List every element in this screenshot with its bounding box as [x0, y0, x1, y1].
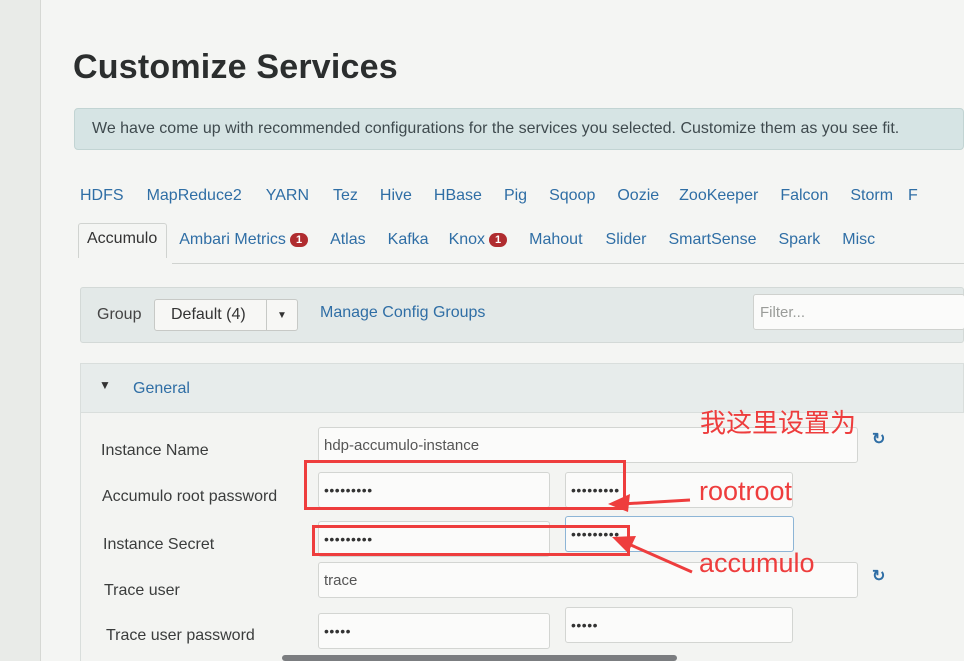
- tab-mahout[interactable]: Mahout: [529, 231, 582, 249]
- tab-atlas[interactable]: Atlas: [330, 231, 366, 249]
- annotation-box-instance-secret: [312, 525, 630, 556]
- horizontal-scrollbar[interactable]: [282, 655, 677, 661]
- tab-zookeeper[interactable]: ZooKeeper: [679, 187, 758, 205]
- tab-label: Ambari Metrics: [179, 231, 286, 248]
- tab-hive[interactable]: Hive: [380, 187, 412, 205]
- annotation-root-value: rootroot: [699, 476, 793, 506]
- tab-hbase[interactable]: HBase: [434, 187, 482, 205]
- config-group-select[interactable]: Default (4) ▼: [154, 299, 298, 331]
- tab-mapreduce2[interactable]: MapReduce2: [147, 187, 242, 205]
- instance-name-label: Instance Name: [101, 442, 209, 459]
- tab-falcon[interactable]: Falcon: [780, 187, 828, 205]
- tabs-divider: [172, 263, 964, 264]
- group-label: Group: [97, 306, 142, 323]
- tab-knox[interactable]: Knox 1: [449, 231, 508, 249]
- service-tabs-row-1: HDFS MapReduce2 YARN Tez Hive HBase Pig …: [80, 181, 940, 211]
- service-tabs-row-2: Accumulo Ambari Metrics 1 Atlas Kafka Kn…: [78, 222, 897, 258]
- alert-count-badge: 1: [289, 233, 309, 247]
- refresh-icon[interactable]: ↻: [872, 566, 885, 586]
- page-title: Customize Services: [73, 48, 398, 86]
- trace-password-label: Trace user password: [106, 627, 255, 644]
- tab-storm[interactable]: Storm: [850, 187, 893, 205]
- trace-password-confirm-input[interactable]: •••••: [565, 607, 793, 643]
- group-selected-value: Default (4): [171, 306, 246, 323]
- collapse-arrow-icon[interactable]: ▼: [99, 378, 111, 392]
- tab-slider[interactable]: Slider: [606, 231, 647, 249]
- tab-pig[interactable]: Pig: [504, 187, 527, 205]
- config-group-bar: Group Default (4) ▼ Manage Config Groups: [80, 287, 964, 343]
- recommendation-alert: We have come up with recommended configu…: [74, 108, 964, 150]
- tab-label: Knox: [448, 231, 486, 248]
- alert-text: We have come up with recommended configu…: [92, 120, 900, 137]
- tab-yarn[interactable]: YARN: [266, 187, 309, 205]
- tab-smartsense[interactable]: SmartSense: [668, 231, 756, 249]
- tab-ambari-metrics[interactable]: Ambari Metrics 1: [179, 231, 309, 249]
- tab-flume-cut[interactable]: F: [908, 187, 918, 205]
- annotation-box-root-password: [304, 460, 626, 510]
- tab-tez[interactable]: Tez: [333, 187, 358, 205]
- trace-password-input[interactable]: •••••: [318, 613, 550, 649]
- tab-accumulo[interactable]: Accumulo: [78, 222, 168, 258]
- tab-oozie[interactable]: Oozie: [617, 187, 659, 205]
- refresh-icon[interactable]: ↻: [872, 429, 885, 449]
- alert-count-badge: 1: [489, 233, 508, 247]
- annotation-note: 我这里设置为: [700, 409, 857, 439]
- root-password-label: Accumulo root password: [102, 488, 278, 505]
- filter-input[interactable]: [753, 294, 964, 330]
- manage-config-groups-link[interactable]: Manage Config Groups: [320, 304, 485, 322]
- tab-kafka[interactable]: Kafka: [388, 231, 429, 249]
- instance-secret-label: Instance Secret: [103, 536, 215, 553]
- tab-sqoop[interactable]: Sqoop: [549, 187, 595, 205]
- tab-misc[interactable]: Misc: [842, 231, 875, 249]
- tab-spark[interactable]: Spark: [778, 231, 820, 249]
- caret-down-icon[interactable]: ▼: [266, 300, 297, 330]
- annotation-secret-value: accumulo: [699, 548, 815, 578]
- trace-user-label: Trace user: [104, 582, 180, 599]
- section-title[interactable]: General: [133, 380, 190, 398]
- tab-hdfs[interactable]: HDFS: [80, 187, 124, 205]
